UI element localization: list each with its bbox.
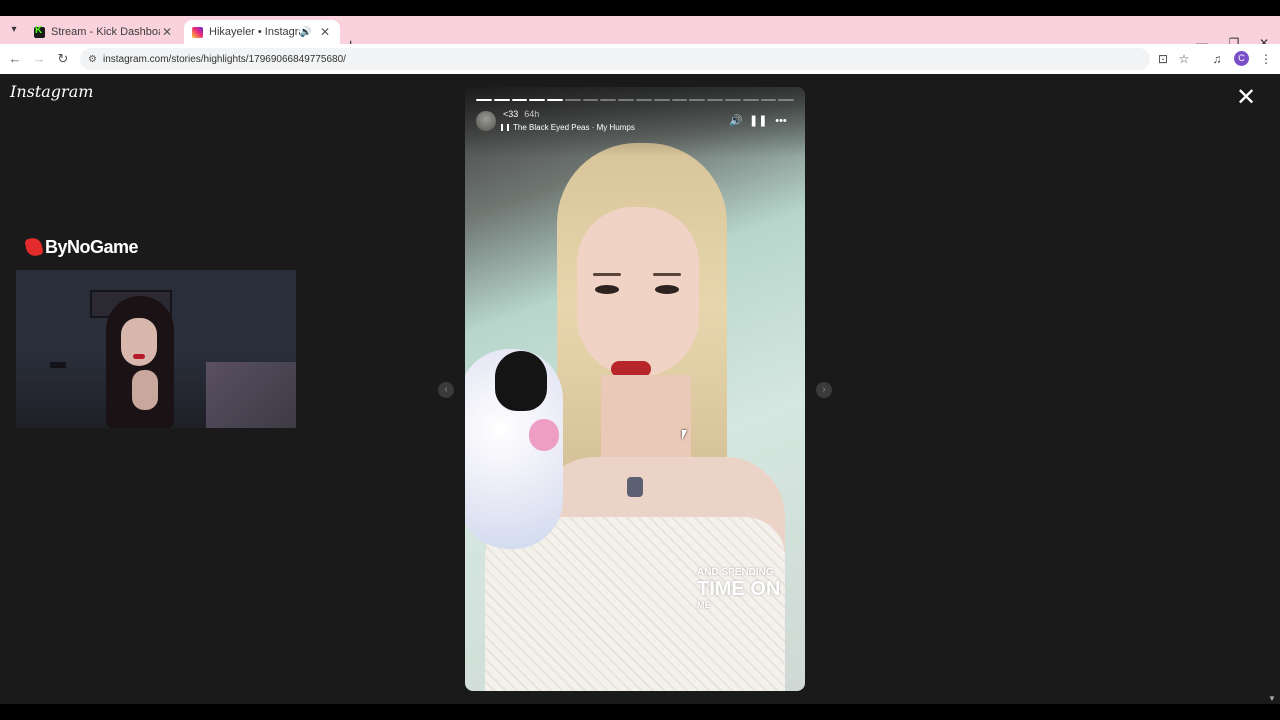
progress-segment [493, 99, 510, 101]
progress-segment [636, 99, 652, 101]
previous-story-icon[interactable]: ‹ [438, 382, 454, 398]
story-photo-brow [593, 273, 621, 276]
story-photo-necklace [627, 477, 643, 497]
reload-icon[interactable]: ↻ [54, 50, 72, 68]
story-photo-neck [601, 375, 691, 465]
menu-kebab-icon[interactable]: ⋮ [1257, 50, 1275, 68]
tab-search-icon[interactable]: ▾ [6, 22, 22, 38]
close-icon[interactable]: ✕ [1234, 86, 1258, 110]
webcam-lips [133, 354, 145, 359]
close-tab-icon[interactable]: ✕ [318, 25, 332, 39]
progress-segment [564, 99, 581, 101]
tab-title: Hikayeler • Instagram [209, 26, 300, 38]
story-music[interactable]: The Black Eyed Peas · My Humps [501, 123, 635, 132]
story-time: 64h [524, 109, 540, 119]
tab-kick-dashboard[interactable]: Stream - Kick Dashboard ✕ [26, 20, 182, 44]
progress-segment [476, 99, 492, 101]
progress-segment [582, 99, 599, 101]
instagram-icon [192, 26, 203, 38]
story-progress-bar [476, 99, 795, 101]
progress-segment [707, 99, 723, 101]
tab-title: Stream - Kick Dashboard [51, 26, 160, 38]
progress-segment [742, 99, 759, 101]
brand-text: ByNoGame [45, 236, 139, 257]
stream-brand: ByNoGame [24, 236, 139, 258]
story-avatar[interactable] [476, 111, 496, 131]
progress-segment [653, 99, 670, 101]
next-story-icon[interactable]: › [816, 382, 832, 398]
mouse-cursor [682, 430, 692, 440]
top-bar [0, 0, 1280, 16]
progress-segment [511, 99, 528, 101]
progress-segment [600, 99, 617, 101]
story-photo-eye [595, 285, 619, 294]
media-controls-icon[interactable]: ♫ [1208, 50, 1226, 68]
webcam-bed [206, 362, 296, 428]
progress-segment [547, 99, 563, 101]
webcam-lamp [50, 362, 66, 368]
progress-segment [778, 99, 795, 101]
story-music-label: The Black Eyed Peas · My Humps [513, 123, 635, 132]
lyric-line: AND SPENDING [697, 567, 774, 578]
music-bars-icon [501, 124, 509, 131]
browser-toolbar: ← → ↻ ⚙ instagram.com/stories/highlights… [0, 44, 1280, 74]
story-photo-face [577, 207, 699, 377]
address-bar[interactable]: ⚙ instagram.com/stories/highlights/17969… [80, 48, 1150, 70]
lyric-line: TIME ON [697, 578, 781, 600]
close-tab-icon[interactable]: ✕ [160, 25, 174, 39]
progress-segment [689, 99, 706, 101]
kick-icon [34, 25, 45, 38]
volume-icon[interactable]: 🔊 [728, 113, 744, 129]
webcam-feed [16, 270, 296, 428]
speaker-icon[interactable]: 🔊 [300, 27, 312, 38]
progress-segment [618, 99, 635, 101]
progress-segment [671, 99, 688, 101]
install-app-icon[interactable]: ⊡ [1154, 50, 1172, 68]
forward-arrow-icon[interactable]: → [30, 50, 48, 68]
progress-segment [724, 99, 741, 101]
story-photo-brow [653, 273, 681, 276]
story-lyrics: AND SPENDING TIME ON ME [697, 567, 780, 610]
site-info-icon[interactable]: ⚙ [88, 54, 97, 65]
progress-segment [760, 99, 777, 101]
url-text[interactable]: instagram.com/stories/highlights/1796906… [103, 54, 346, 65]
brand-logo-icon [24, 236, 44, 258]
progress-segment [529, 99, 546, 101]
story-photo-plush-head [495, 351, 547, 411]
instagram-logo[interactable]: Instagram [10, 82, 93, 101]
story-username[interactable]: <33 [503, 109, 518, 119]
tab-instagram-stories[interactable]: Hikayeler • Instagram 🔊 ✕ [184, 20, 340, 44]
bottom-bar [0, 704, 1280, 720]
story-header: <33 64h [503, 109, 539, 119]
pause-icon[interactable]: ❚❚ [749, 113, 767, 129]
bookmark-star-icon[interactable]: ☆ [1175, 50, 1193, 68]
lyric-line: ME [697, 600, 711, 610]
profile-avatar[interactable]: C [1234, 51, 1249, 66]
story-card[interactable]: <33 64h The Black Eyed Peas · My Humps 🔊 … [465, 87, 805, 691]
story-photo-eye [655, 285, 679, 294]
scroll-down-icon[interactable]: ▼ [1268, 694, 1276, 703]
tab-strip: ▾ Stream - Kick Dashboard ✕ Hikayeler • … [0, 16, 1280, 54]
back-arrow-icon[interactable]: ← [6, 50, 24, 68]
more-options-icon[interactable]: ••• [773, 113, 789, 129]
webcam-hand [132, 370, 158, 410]
story-photo-plush-nose [529, 419, 559, 451]
story-viewer: Instagram ✕ ByNoGame ‹ › <33 64h The Bla… [0, 74, 1280, 704]
